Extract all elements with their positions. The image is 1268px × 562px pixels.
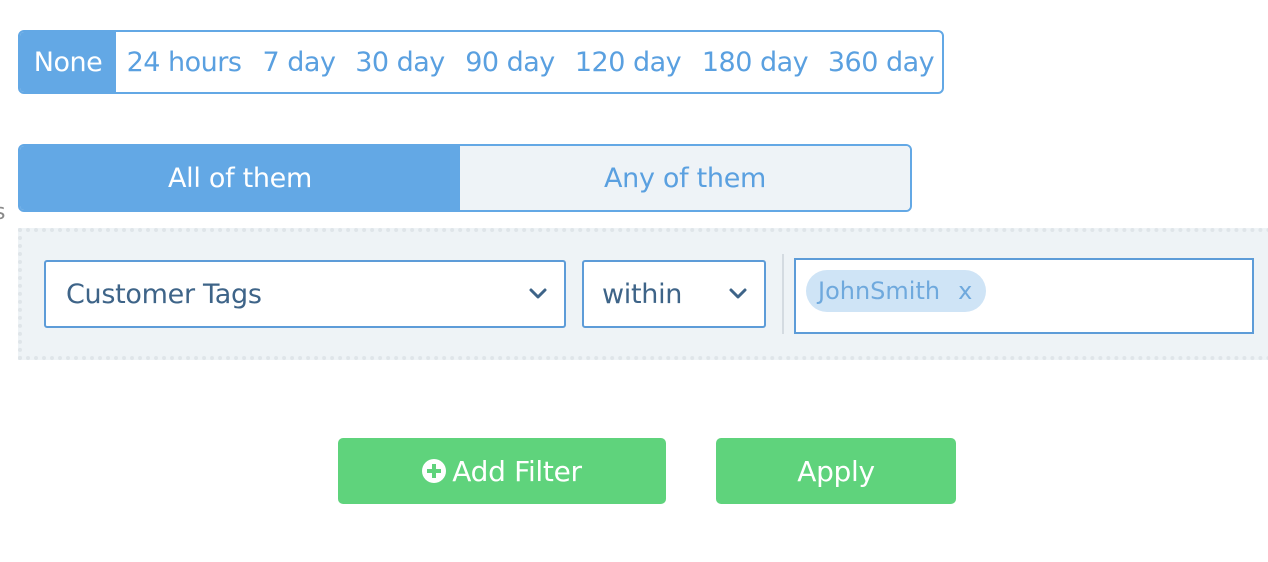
filter-page: s None 24 hours 7 day 30 day 90 day 120 …	[0, 0, 1268, 562]
time-range-option-24-hours[interactable]: 24 hours	[116, 32, 252, 92]
tag-chip-label: JohnSmith	[818, 277, 941, 305]
time-range-option-180-day[interactable]: 180 day	[690, 32, 820, 92]
match-all-option[interactable]: All of them	[20, 146, 460, 210]
match-mode-toggle: All of them Any of them	[18, 144, 912, 212]
divider	[782, 254, 784, 334]
filter-operator-value: within	[602, 278, 683, 310]
time-range-option-120-day[interactable]: 120 day	[566, 32, 690, 92]
add-filter-label: Add Filter	[452, 454, 582, 488]
match-any-option[interactable]: Any of them	[460, 146, 910, 210]
clipped-label-fragment: s	[0, 200, 6, 225]
time-range-option-360-day[interactable]: 360 day	[820, 32, 942, 92]
filter-field-value: Customer Tags	[66, 278, 262, 310]
time-range-option-90-day[interactable]: 90 day	[454, 32, 566, 92]
filter-field-select[interactable]: Customer Tags	[44, 260, 566, 328]
tag-value-input[interactable]: JohnSmith x	[794, 258, 1254, 334]
plus-circle-icon	[422, 459, 447, 483]
time-range-selector: None 24 hours 7 day 30 day 90 day 120 da…	[18, 30, 944, 94]
filter-row: Customer Tags within JohnSmith x	[18, 228, 1268, 360]
apply-label: Apply	[797, 454, 875, 488]
time-range-option-7-day[interactable]: 7 day	[252, 32, 346, 92]
chevron-down-icon	[529, 288, 547, 299]
tag-remove-button[interactable]: x	[958, 277, 972, 305]
tag-chip: JohnSmith x	[806, 270, 987, 312]
add-filter-button[interactable]: Add Filter	[338, 438, 666, 504]
filter-operator-select[interactable]: within	[582, 260, 766, 328]
time-range-option-none[interactable]: None	[20, 32, 116, 92]
apply-button[interactable]: Apply	[716, 438, 956, 504]
chevron-down-icon	[729, 288, 747, 299]
time-range-option-30-day[interactable]: 30 day	[346, 32, 454, 92]
